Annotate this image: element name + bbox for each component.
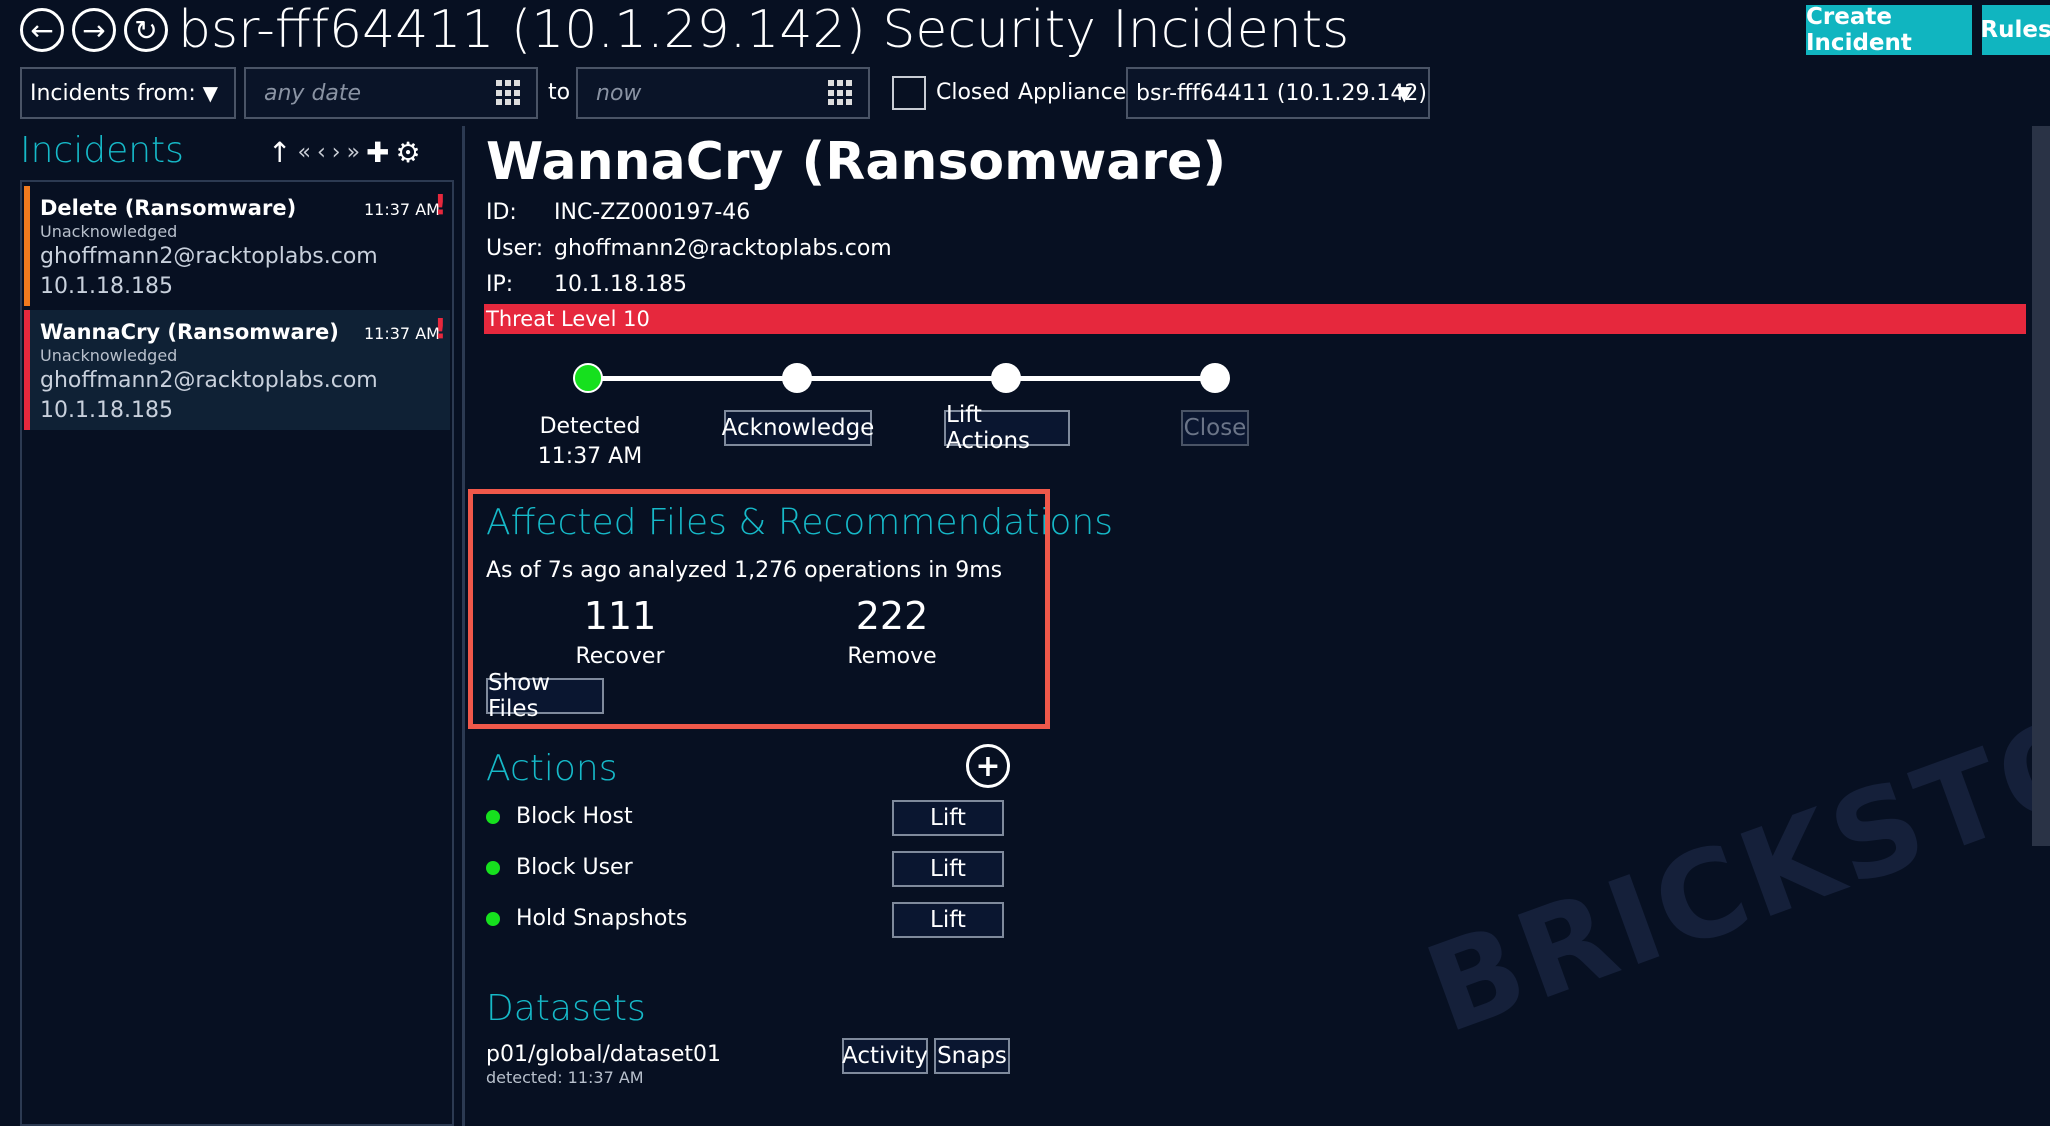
lift-actions-button[interactable]: Lift Actions — [944, 402, 1070, 454]
id-label: ID: — [486, 200, 517, 225]
to-label: to — [548, 80, 571, 105]
to-date-placeholder: now — [596, 80, 642, 106]
alert-icon: ! — [434, 188, 447, 221]
panel-divider — [462, 126, 465, 1126]
closed-checkbox[interactable] — [892, 76, 926, 110]
first-page-icon[interactable]: « — [297, 140, 310, 165]
refresh-icon[interactable]: ↻ — [124, 8, 168, 52]
recover-label: Recover — [575, 644, 665, 669]
id-value: INC-ZZ000197-46 — [554, 200, 751, 225]
incident-list-item-selected[interactable]: WannaCry (Ransomware) 11:37 AM ! Unackno… — [24, 310, 450, 430]
lift-block-host-button[interactable]: Lift — [892, 800, 1004, 836]
incident-ip: 10.1.18.185 — [40, 398, 173, 423]
ip-value: 10.1.18.185 — [554, 272, 687, 297]
last-page-icon[interactable]: » — [347, 140, 360, 165]
calendar-grid-icon[interactable] — [828, 80, 854, 106]
user-value: ghoffmann2@racktoplabs.com — [554, 236, 892, 261]
calendar-grid-icon[interactable] — [496, 80, 522, 106]
rules-button[interactable]: Rules — [1980, 5, 2050, 55]
arrow-up-icon[interactable]: ↑ — [268, 136, 291, 169]
appliance-select[interactable]: bsr-fff64411 (10.1.29.142) ▼ — [1126, 67, 1430, 119]
dataset-name: p01/global/dataset01 — [486, 1042, 722, 1067]
next-page-icon[interactable]: › — [332, 140, 341, 165]
alert-icon: ! — [434, 312, 447, 345]
from-date-input[interactable]: any date — [244, 67, 538, 119]
action-label: Hold Snapshots — [516, 906, 688, 931]
step-acknowledge-dot — [782, 363, 812, 393]
action-status-dot — [486, 861, 500, 875]
step-detected-label: Detected — [539, 414, 641, 439]
threat-level-text: Threat Level 10 — [486, 307, 650, 331]
user-label: User: — [486, 236, 544, 261]
ip-label: IP: — [486, 272, 514, 297]
vertical-scrollbar[interactable] — [2032, 126, 2050, 846]
lift-hold-snapshots-button[interactable]: Lift — [892, 902, 1004, 938]
actions-heading: Actions — [486, 748, 618, 789]
forward-icon[interactable]: → — [72, 8, 116, 52]
action-label: Block Host — [516, 804, 633, 829]
action-label: Block User — [516, 855, 633, 880]
recover-count: 111 — [583, 594, 657, 638]
create-incident-button[interactable]: Create Incident — [1806, 4, 1972, 56]
incident-status: Unacknowledged — [40, 222, 178, 241]
close-button[interactable]: Close — [1181, 410, 1249, 446]
progress-line — [588, 376, 1216, 381]
gear-icon[interactable]: ⚙ — [396, 136, 421, 169]
closed-label: Closed — [936, 80, 1010, 105]
incident-accent-bar — [24, 310, 30, 430]
incidents-from-label: Incidents from: — [30, 80, 196, 106]
incident-time: 11:37 AM — [364, 200, 440, 219]
incident-detail-title: WannaCry (Ransomware) — [486, 132, 1227, 192]
incident-time: 11:37 AM — [364, 324, 440, 343]
analysis-summary: As of 7s ago analyzed 1,276 operations i… — [486, 558, 1003, 583]
step-detected-time: 11:37 AM — [537, 444, 643, 469]
back-icon[interactable]: ← — [20, 8, 64, 52]
incident-accent-bar — [24, 186, 30, 306]
step-close-dot — [1200, 363, 1230, 393]
incident-ip: 10.1.18.185 — [40, 274, 173, 299]
show-files-button[interactable]: Show Files — [486, 670, 604, 722]
affected-files-heading: Affected Files & Recommendations — [486, 502, 1113, 543]
dataset-detected-time: detected: 11:37 AM — [486, 1068, 644, 1087]
incidents-from-select[interactable]: Incidents from: ▼ — [20, 67, 236, 119]
from-date-placeholder: any date — [264, 80, 362, 106]
incident-title: Delete (Ransomware) — [40, 196, 297, 220]
add-action-icon[interactable]: + — [966, 744, 1010, 788]
incident-status: Unacknowledged — [40, 346, 178, 365]
appliance-value: bsr-fff64411 (10.1.29.142) — [1136, 80, 1428, 106]
remove-count: 222 — [855, 594, 929, 638]
to-date-input[interactable]: now — [576, 67, 870, 119]
incident-user: ghoffmann2@racktoplabs.com — [40, 368, 378, 393]
acknowledge-button[interactable]: Acknowledge — [722, 410, 874, 446]
brickstor-watermark: BRICKSTOR — [1410, 653, 2050, 1061]
lift-block-user-button[interactable]: Lift — [892, 851, 1004, 887]
appliance-label: Appliance: — [1018, 80, 1134, 105]
page-title: bsr-fff64411 (10.1.29.142) Security Inci… — [178, 0, 1350, 60]
activity-button[interactable]: Activity — [842, 1038, 928, 1074]
incidents-heading: Incidents — [20, 130, 184, 171]
action-status-dot — [486, 810, 500, 824]
chevron-down-icon: ▼ — [202, 81, 218, 105]
incident-list-item[interactable]: Delete (Ransomware) 11:37 AM ! Unacknowl… — [24, 186, 450, 306]
snaps-button[interactable]: Snaps — [934, 1038, 1010, 1074]
incident-user: ghoffmann2@racktoplabs.com — [40, 244, 378, 269]
datasets-heading: Datasets — [486, 988, 646, 1029]
action-status-dot — [486, 912, 500, 926]
chevron-down-icon: ▼ — [1396, 81, 1412, 105]
add-icon[interactable]: ✚ — [366, 136, 389, 169]
incident-title: WannaCry (Ransomware) — [40, 320, 339, 344]
threat-level-bar: Threat Level 10 — [484, 304, 2026, 334]
remove-label: Remove — [847, 644, 937, 669]
step-detected-dot — [573, 363, 603, 393]
prev-page-icon[interactable]: ‹ — [317, 140, 326, 165]
step-lift-dot — [991, 363, 1021, 393]
